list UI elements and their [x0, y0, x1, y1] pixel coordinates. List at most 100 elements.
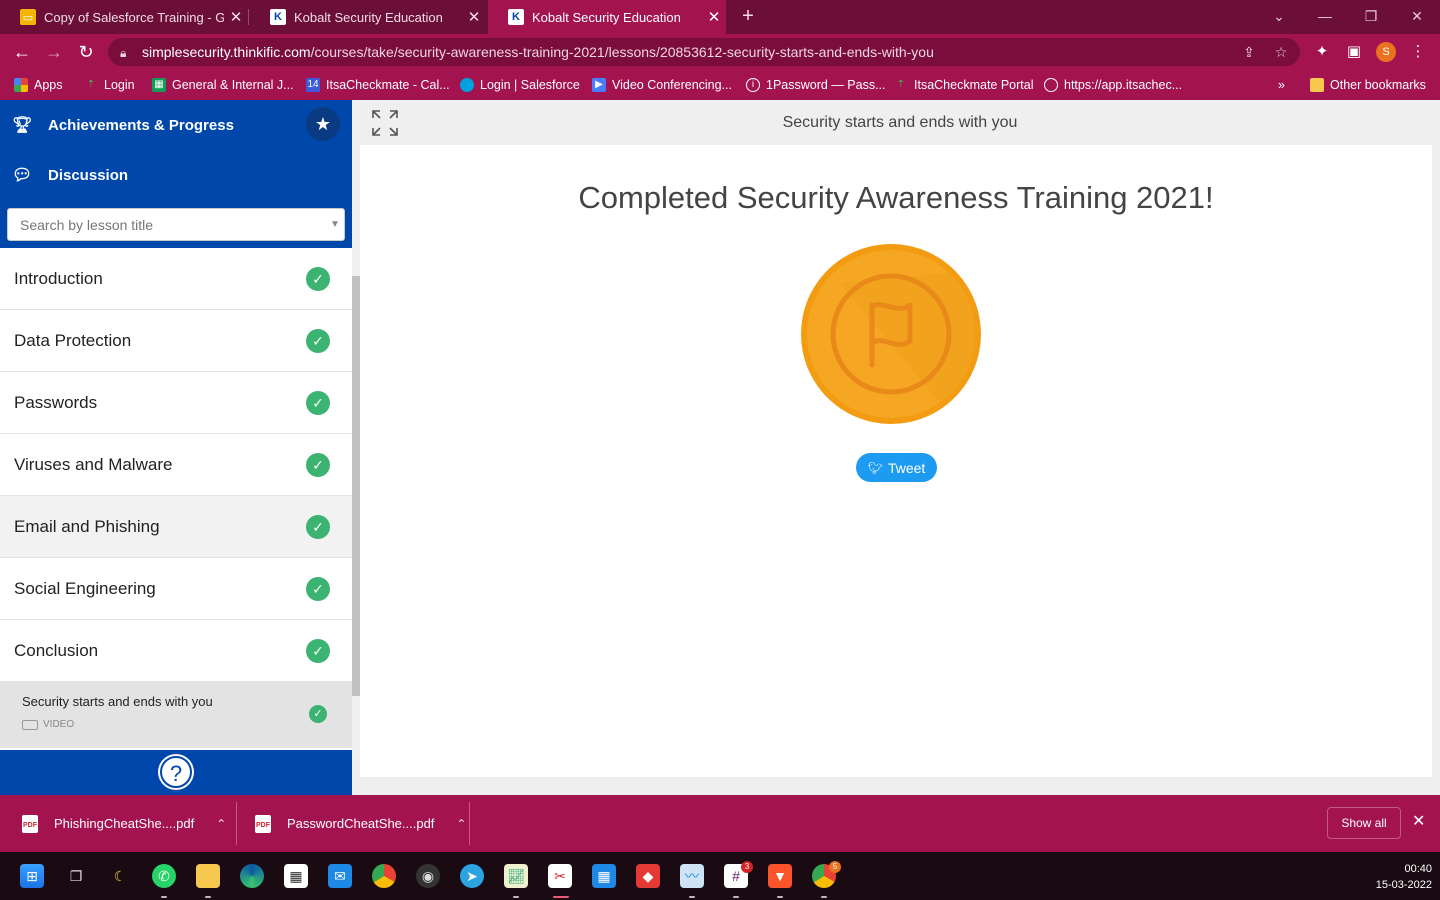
check-circle-icon: ✓ — [306, 515, 330, 539]
download-item-phishing[interactable]: PDF PhishingCheatShe....pdf ⌃ — [22, 795, 226, 852]
system-clock[interactable]: 00:40 15-03-2022 — [1352, 861, 1432, 893]
close-tab-icon[interactable]: ✕ — [462, 8, 486, 26]
telegram-icon[interactable]: ➤ — [460, 864, 484, 888]
profile-avatar[interactable]: S — [1376, 42, 1396, 62]
chevron-up-icon[interactable]: ⌃ — [456, 817, 466, 831]
close-tab-icon[interactable]: ✕ — [224, 8, 248, 26]
expand-fullscreen-icon[interactable] — [370, 108, 400, 138]
chapter-introduction[interactable]: Introduction ✓ — [0, 248, 352, 310]
clock-date: 15-03-2022 — [1375, 879, 1432, 891]
lock-icon[interactable]: 🔒︎ — [120, 39, 126, 66]
monitor-app-icon[interactable]: 〰 — [680, 864, 704, 888]
extensions-puzzle-icon[interactable]: ✦ — [1312, 42, 1332, 62]
running-indicator — [689, 896, 695, 898]
lesson-security-starts[interactable]: Security starts and ends with you VIDEO … — [0, 682, 352, 748]
whatsapp-icon[interactable]: ✆ — [152, 864, 176, 888]
other-bookmarks[interactable]: Other bookmarks — [1310, 76, 1426, 94]
discussion-link[interactable]: 💬︎ Discussion — [0, 150, 352, 200]
chapter-viruses-malware[interactable]: Viruses and Malware ✓ — [0, 434, 352, 496]
bookmark-apps[interactable]: Apps — [14, 76, 63, 94]
tab-salesforce-training[interactable]: ▭ Copy of Salesforce Training - Goo ✕ — [0, 0, 248, 34]
sidebar-footer: ? — [0, 750, 352, 795]
menu-kebab-icon[interactable]: ⋮ — [1408, 42, 1428, 62]
brave-icon[interactable]: ▼ — [768, 864, 792, 888]
chapter-conclusion[interactable]: Conclusion ✓ — [0, 620, 352, 682]
bookmark-label: Other bookmarks — [1330, 78, 1426, 92]
bookmark-1password[interactable]: i 1Password — Pass... — [746, 76, 886, 94]
help-icon[interactable]: ? — [160, 756, 192, 788]
downloads-bar: PDF PhishingCheatShe....pdf ⌃ PDF Passwo… — [0, 795, 1440, 852]
chart-app-icon[interactable]: 📈︎ — [504, 864, 528, 888]
bookmark-login[interactable]: ⇡ Login — [84, 76, 135, 94]
lesson-search-input[interactable] — [7, 208, 345, 241]
tab-kobalt-1[interactable]: K Kobalt Security Education ✕ — [250, 0, 486, 34]
onepassword-icon: i — [746, 78, 760, 92]
bookmark-label: General & Internal J... — [172, 78, 294, 92]
sidebar-scroll-thumb[interactable] — [352, 276, 360, 696]
clock-time: 00:40 — [1404, 863, 1432, 875]
dropdown-caret-icon[interactable]: ▼ — [330, 219, 340, 230]
close-downloads-icon[interactable]: ✕ — [1412, 811, 1425, 831]
tab-search-chevron-icon[interactable]: ⌄ — [1256, 0, 1302, 34]
download-item-password[interactable]: PDF PasswordCheatShe....pdf ⌃ — [255, 795, 466, 852]
file-explorer-icon[interactable] — [196, 864, 220, 888]
check-circle-icon: ✓ — [306, 453, 330, 477]
kobalt-k-icon: K — [270, 9, 286, 25]
close-tab-icon[interactable]: ✕ — [702, 8, 726, 26]
task-view-icon[interactable]: ❐ — [64, 864, 88, 888]
edge-icon[interactable] — [240, 864, 264, 888]
tab-kobalt-active[interactable]: K Kobalt Security Education ✕ — [488, 0, 726, 34]
chapter-title: Social Engineering — [14, 578, 156, 598]
slack-notification-badge: 3 — [741, 861, 753, 873]
bookmark-itsacheckmate-cal[interactable]: 14 ItsaCheckmate - Cal... — [306, 76, 450, 94]
sheet-icon: ▦ — [152, 78, 166, 92]
chapter-social-engineering[interactable]: Social Engineering ✓ — [0, 558, 352, 620]
chrome-icon[interactable] — [372, 864, 396, 888]
share-icon[interactable]: ⇪ — [1240, 43, 1258, 61]
minimize-icon[interactable]: — — [1302, 0, 1348, 34]
bookmark-label: Apps — [34, 78, 63, 92]
moon-app-icon[interactable]: ☾ — [108, 864, 132, 888]
check-circle-icon: ✓ — [306, 577, 330, 601]
calendar-icon: 14 — [306, 78, 320, 92]
bookmark-star-icon[interactable]: ☆ — [1272, 43, 1290, 61]
reload-icon[interactable]: ↻ — [74, 40, 98, 64]
chevron-up-icon[interactable]: ⌃ — [216, 817, 226, 831]
tab-title: Kobalt Security Education — [294, 9, 443, 25]
download-filename: PhishingCheatShe....pdf — [54, 816, 195, 831]
tweet-button[interactable]: 🐦︎ Tweet — [856, 453, 937, 482]
bookmark-itsacheckmate-portal[interactable]: ⇡ ItsaCheckmate Portal — [894, 76, 1034, 94]
chapter-data-protection[interactable]: Data Protection ✓ — [0, 310, 352, 372]
anydesk-icon[interactable]: ◆ — [636, 864, 660, 888]
bookmark-video-conferencing[interactable]: ▶ Video Conferencing... — [592, 76, 732, 94]
show-all-button[interactable]: Show all — [1327, 807, 1401, 839]
bookmark-salesforce[interactable]: Login | Salesforce — [460, 76, 580, 94]
chapter-email-phishing[interactable]: Email and Phishing ✓ — [0, 496, 352, 558]
back-icon[interactable]: ← — [10, 40, 34, 64]
calendar-app-icon[interactable]: ▦ — [592, 864, 616, 888]
address-bar[interactable]: 🔒︎ simplesecurity.thinkific.com/courses/… — [108, 38, 1300, 66]
bookmark-label: Video Conferencing... — [612, 78, 732, 92]
achievements-progress-link[interactable]: 🏆︎ Achievements & Progress ★ — [0, 100, 352, 150]
chapter-list: Introduction ✓ Data Protection ✓ Passwords… — [0, 248, 352, 748]
obs-icon[interactable]: ◉ — [416, 864, 440, 888]
bookmarks-overflow-icon[interactable]: » — [1278, 76, 1285, 94]
chapter-title: Viruses and Malware — [14, 454, 173, 474]
star-icon[interactable]: ★ — [306, 107, 340, 141]
bookmark-general-internal[interactable]: ▦ General & Internal J... — [152, 76, 294, 94]
snipping-tool-icon[interactable]: ✂ — [548, 864, 572, 888]
microsoft-store-icon[interactable]: ▦ — [284, 864, 308, 888]
check-circle-icon: ✓ — [309, 705, 327, 723]
new-tab-icon[interactable]: + — [736, 4, 760, 28]
restore-icon[interactable]: ❐ — [1348, 0, 1394, 34]
forward-icon[interactable]: → — [42, 40, 66, 64]
chapter-passwords[interactable]: Passwords ✓ — [0, 372, 352, 434]
mail-icon[interactable]: ✉ — [328, 864, 352, 888]
bookmark-app-itsachec[interactable]: https://app.itsachec... — [1044, 76, 1182, 94]
course-sidebar: 🏆︎ Achievements & Progress ★ 💬︎ Discussi… — [0, 100, 352, 795]
url-path: /courses/take/security-awareness-trainin… — [310, 44, 934, 60]
side-panel-icon[interactable]: ▣ — [1344, 42, 1364, 62]
windows-start-icon[interactable]: ⊞ — [20, 864, 44, 888]
salesforce-cloud-icon — [460, 78, 474, 92]
close-window-icon[interactable]: ✕ — [1394, 0, 1440, 34]
